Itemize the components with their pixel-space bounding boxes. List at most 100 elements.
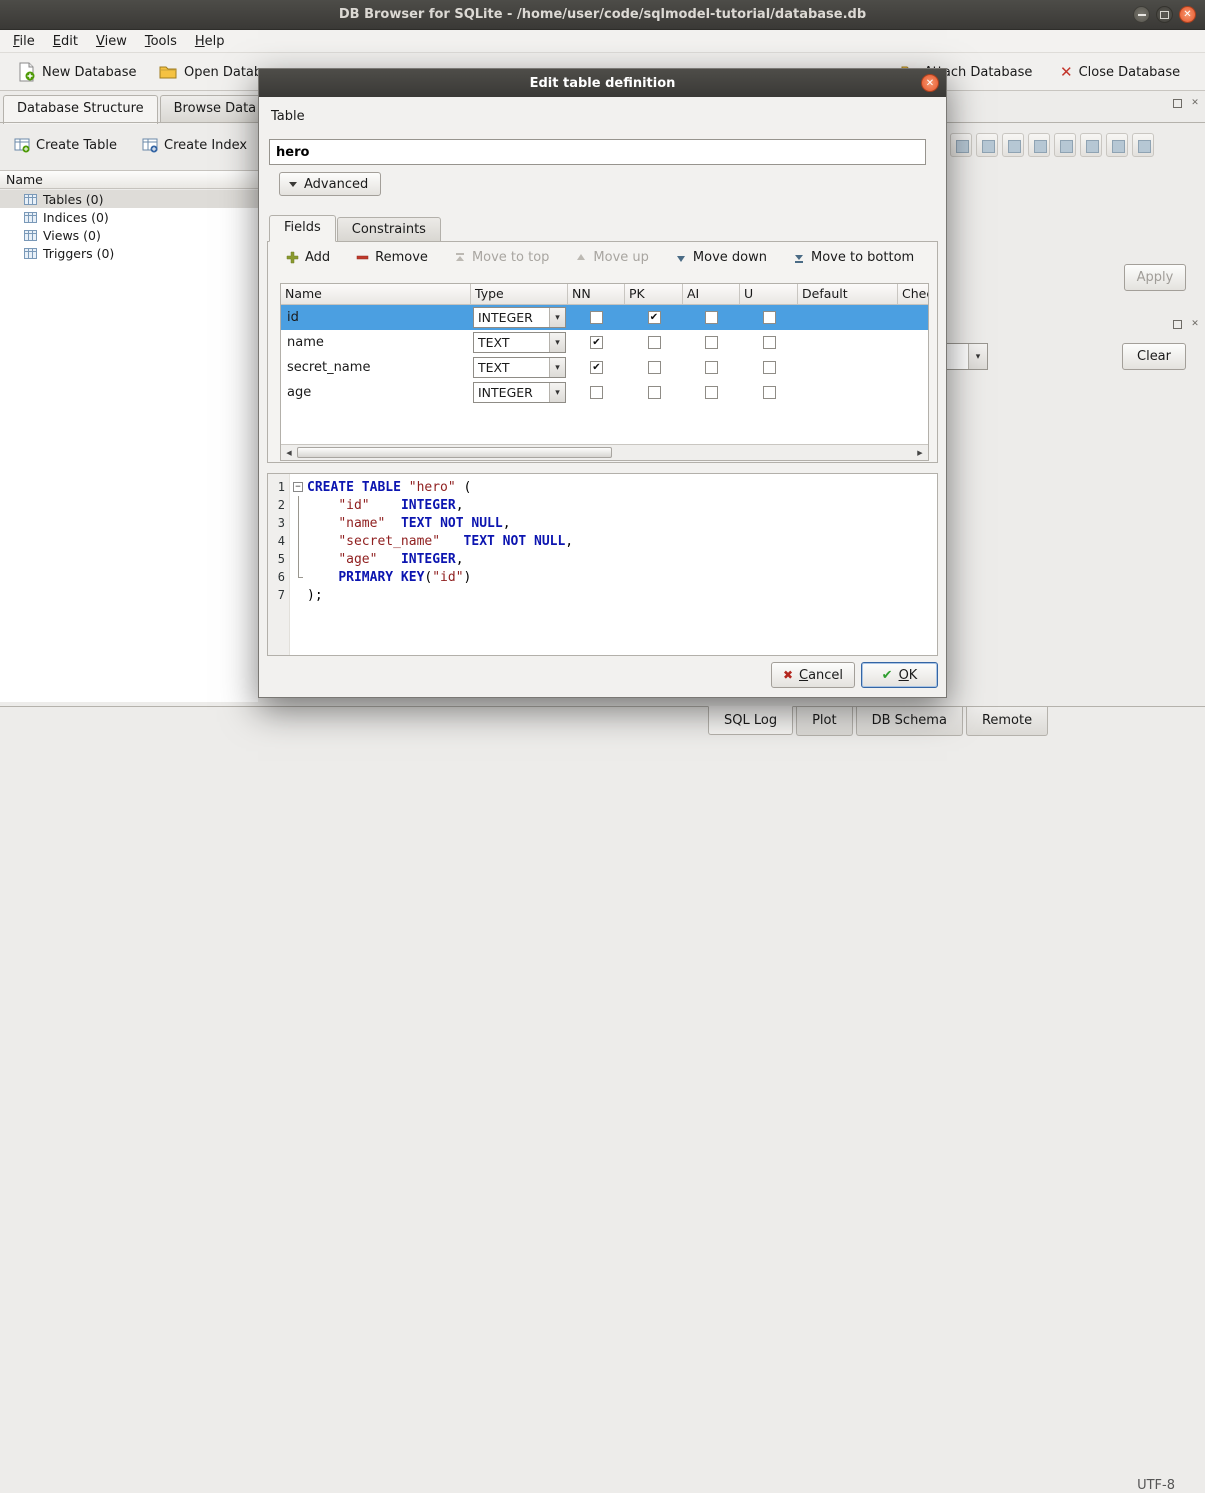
- column-header-default[interactable]: Default: [798, 284, 898, 304]
- tree-item-label: Tables (0): [43, 192, 104, 207]
- type-combo[interactable]: TEXT▾: [473, 357, 566, 378]
- toolbar-icon[interactable]: [1080, 133, 1102, 157]
- type-combo[interactable]: TEXT▾: [473, 332, 566, 353]
- scroll-left-icon[interactable]: ◀: [281, 449, 297, 457]
- table-label: Table: [271, 109, 305, 124]
- dock-close-icon[interactable]: ✕: [1188, 96, 1202, 110]
- dock-close-icon[interactable]: ✕: [1188, 317, 1202, 331]
- column-header-nn[interactable]: NN: [568, 284, 625, 304]
- bottom-tab-bar: SQL LogPlotDB SchemaRemote: [0, 706, 1205, 736]
- create-index-button[interactable]: Create Index: [142, 132, 247, 158]
- new-database-button[interactable]: New Database: [8, 58, 145, 86]
- ai-cell: [683, 330, 740, 355]
- tab-constraints[interactable]: Constraints: [337, 217, 441, 242]
- move-to-bottom-button[interactable]: Move to bottom: [793, 250, 914, 265]
- table-name-input[interactable]: [269, 139, 926, 165]
- check-cell: [898, 380, 929, 405]
- create-table-button[interactable]: Create Table: [14, 132, 117, 158]
- fold-collapse-icon[interactable]: −: [293, 482, 303, 492]
- ai-checkbox[interactable]: [705, 361, 718, 374]
- field-row-age[interactable]: ageINTEGER▾: [281, 380, 928, 405]
- tab-fields[interactable]: Fields: [269, 215, 336, 242]
- tree-item-tables[interactable]: Tables (0): [0, 190, 258, 208]
- move-down-button[interactable]: Move down: [675, 250, 767, 265]
- menu-view[interactable]: View: [87, 32, 136, 51]
- tab-db-schema[interactable]: DB Schema: [856, 707, 963, 736]
- close-icon[interactable]: ✕: [1179, 6, 1196, 23]
- type-combo[interactable]: INTEGER▾: [473, 382, 566, 403]
- check-cell: [898, 330, 929, 355]
- pk-checkbox[interactable]: [648, 361, 661, 374]
- nn-checkbox[interactable]: [590, 311, 603, 324]
- cancel-button[interactable]: ✖ Cancel: [771, 662, 855, 688]
- tab-plot[interactable]: Plot: [796, 707, 853, 736]
- tab-remote[interactable]: Remote: [966, 707, 1048, 736]
- column-header-name[interactable]: Name: [281, 284, 471, 304]
- default-cell: [798, 305, 898, 330]
- dock-float-icon[interactable]: [1170, 96, 1184, 110]
- column-header-pk[interactable]: PK: [625, 284, 683, 304]
- toolbar-icon[interactable]: [976, 133, 998, 157]
- nn-checkbox[interactable]: ✔: [590, 361, 603, 374]
- u-checkbox[interactable]: [763, 361, 776, 374]
- ai-checkbox[interactable]: [705, 336, 718, 349]
- field-name-cell: id: [281, 305, 471, 330]
- toolbar-icon[interactable]: [1054, 133, 1076, 157]
- close-database-button[interactable]: ✕ Close Database: [1052, 58, 1188, 86]
- u-checkbox[interactable]: [763, 336, 776, 349]
- dialog-titlebar[interactable]: Edit table definition ✕: [259, 69, 946, 97]
- pk-checkbox[interactable]: [648, 386, 661, 399]
- toolbar-icon[interactable]: [1002, 133, 1024, 157]
- cancel-icon: ✖: [783, 668, 793, 682]
- pk-checkbox[interactable]: [648, 336, 661, 349]
- u-checkbox[interactable]: [763, 311, 776, 324]
- nn-checkbox[interactable]: [590, 386, 603, 399]
- add-button[interactable]: Add: [286, 250, 330, 265]
- field-row-secret_name[interactable]: secret_nameTEXT▾✔: [281, 355, 928, 380]
- toolbar-icon[interactable]: [1028, 133, 1050, 157]
- ai-checkbox[interactable]: [705, 311, 718, 324]
- default-cell: [798, 330, 898, 355]
- tab-database-structure[interactable]: Database Structure: [3, 95, 158, 124]
- column-header-type[interactable]: Type: [471, 284, 568, 304]
- tab-browse-data[interactable]: Browse Data: [160, 95, 271, 123]
- field-row-id[interactable]: idINTEGER▾ ✔: [281, 305, 928, 330]
- menu-file[interactable]: File: [4, 32, 44, 51]
- tree-item-triggers[interactable]: Triggers (0): [0, 244, 258, 262]
- toolbar-icon[interactable]: [1106, 133, 1128, 157]
- minimize-icon[interactable]: [1133, 6, 1150, 23]
- column-header-check[interactable]: Check: [898, 284, 929, 304]
- tree-column-header[interactable]: Name: [0, 170, 258, 189]
- ok-button[interactable]: ✔ OK: [861, 662, 938, 688]
- toolbar-icon[interactable]: [1132, 133, 1154, 157]
- maximize-icon[interactable]: [1156, 6, 1173, 23]
- menu-help[interactable]: Help: [186, 32, 234, 51]
- dock-float-icon[interactable]: [1170, 317, 1184, 331]
- tab-sql-log[interactable]: SQL Log: [708, 706, 793, 735]
- u-checkbox[interactable]: [763, 386, 776, 399]
- field-row-name[interactable]: nameTEXT▾✔: [281, 330, 928, 355]
- toolbar-icon[interactable]: [950, 133, 972, 157]
- ai-cell: [683, 380, 740, 405]
- type-combo[interactable]: INTEGER▾: [473, 307, 566, 328]
- clear-button[interactable]: Clear: [1122, 343, 1186, 370]
- chevron-down-icon: ▾: [968, 344, 987, 369]
- ai-checkbox[interactable]: [705, 386, 718, 399]
- remove-button[interactable]: Remove: [356, 250, 428, 265]
- advanced-label: Advanced: [304, 177, 368, 192]
- menu-edit[interactable]: Edit: [44, 32, 87, 51]
- scroll-right-icon[interactable]: ▶: [912, 449, 928, 457]
- pk-cell: ✔: [625, 305, 683, 330]
- tree-item-indices[interactable]: Indices (0): [0, 208, 258, 226]
- menu-tools[interactable]: Tools: [136, 32, 186, 51]
- horizontal-scrollbar[interactable]: ◀ ▶: [281, 444, 928, 460]
- column-header-u[interactable]: U: [740, 284, 798, 304]
- pk-checkbox[interactable]: ✔: [648, 311, 661, 324]
- column-header-ai[interactable]: AI: [683, 284, 740, 304]
- advanced-button[interactable]: Advanced: [279, 172, 381, 196]
- nn-checkbox[interactable]: ✔: [590, 336, 603, 349]
- chevron-down-icon: ▾: [549, 358, 565, 377]
- dialog-close-icon[interactable]: ✕: [921, 74, 939, 92]
- scroll-thumb[interactable]: [297, 447, 612, 458]
- tree-item-views[interactable]: Views (0): [0, 226, 258, 244]
